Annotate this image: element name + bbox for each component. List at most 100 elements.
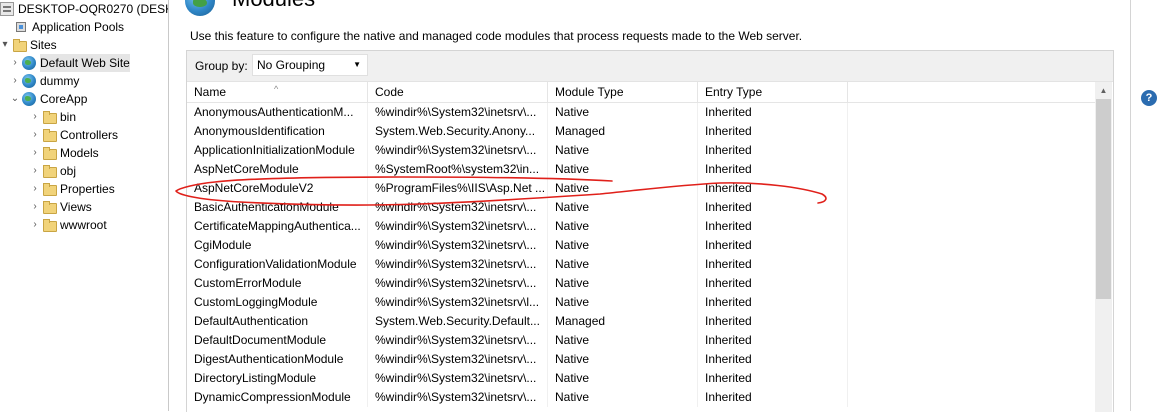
scroll-up-icon[interactable]: ▲ [1095, 82, 1112, 99]
cell-entry-type: Inherited [698, 293, 848, 312]
table-row[interactable]: ApplicationInitializationModule %windir%\… [187, 141, 1095, 160]
cell-module-type: Native [548, 293, 698, 312]
table-row[interactable]: DefaultAuthentication System.Web.Security… [187, 312, 1095, 331]
cell-code: System.Web.Security.Default... [368, 312, 548, 331]
column-header-code[interactable]: Code [368, 82, 548, 102]
cell-entry-type: Inherited [698, 236, 848, 255]
table-row[interactable]: AnonymousIdentification System.Web.Securi… [187, 122, 1095, 141]
vertical-scrollbar[interactable]: ▲ [1095, 82, 1112, 412]
tree-item[interactable]: › Properties [30, 180, 115, 198]
table-row[interactable]: CustomErrorModule %windir%\System32\inets… [187, 274, 1095, 293]
cell-code: System.Web.Security.Anony... [368, 122, 548, 141]
tree-item[interactable]: › Controllers [30, 126, 118, 144]
scroll-thumb[interactable] [1096, 99, 1111, 299]
folder-icon [42, 182, 57, 196]
groupby-bar: Group by: No Grouping ▼ [187, 51, 1113, 82]
cell-code: %windir%\System32\inetsrv\... [368, 350, 548, 369]
column-header-name[interactable]: Name ^ [187, 82, 368, 102]
cell-name: DefaultAuthentication [187, 312, 368, 331]
cell-code: %ProgramFiles%\IIS\Asp.Net ... [368, 179, 548, 198]
globe-icon [22, 74, 36, 88]
server-icon [0, 2, 14, 16]
expand-toggle-icon[interactable]: ▾ [0, 36, 10, 54]
cell-code: %windir%\System32\inetsrv\... [368, 217, 548, 236]
table-row[interactable]: BasicAuthenticationModule %windir%\System… [187, 198, 1095, 217]
cell-entry-type: Inherited [698, 160, 848, 179]
tree-item[interactable]: Application Pools [14, 18, 124, 36]
cell-name: DigestAuthenticationModule [187, 350, 368, 369]
cell-name: DirectoryListingModule [187, 369, 368, 388]
table-row[interactable]: DefaultDocumentModule %windir%\System32\i… [187, 331, 1095, 350]
expand-toggle-icon[interactable]: › [30, 162, 40, 180]
tree-item[interactable]: › wwwroot [30, 216, 107, 234]
expand-toggle-icon[interactable]: ⌄ [10, 90, 20, 108]
table-row[interactable]: AspNetCoreModuleV2 %ProgramFiles%\IIS\Asp… [187, 179, 1095, 198]
cell-module-type: Native [548, 103, 698, 122]
expand-toggle-icon[interactable]: › [30, 126, 40, 144]
groupby-value: No Grouping [257, 58, 326, 72]
column-header-entry-type[interactable]: Entry Type [698, 82, 848, 102]
cell-entry-type: Inherited [698, 369, 848, 388]
tree-item[interactable]: › bin [30, 108, 76, 126]
tree-item-label: Models [60, 146, 99, 160]
actions-pane: ? [1130, 0, 1161, 411]
table-row[interactable]: AspNetCoreModule %SystemRoot%\system32\in… [187, 160, 1095, 179]
cell-entry-type: Inherited [698, 388, 848, 407]
cell-module-type: Native [548, 160, 698, 179]
cell-name: BasicAuthenticationModule [187, 198, 368, 217]
folder-icon [42, 218, 57, 232]
folder-icon [12, 38, 27, 52]
tree-item[interactable]: › dummy [10, 72, 79, 90]
table-row[interactable]: AnonymousAuthenticationM... %windir%\Syst… [187, 103, 1095, 122]
cell-module-type: Managed [548, 312, 698, 331]
table-row[interactable]: CertificateMappingAuthentica... %windir%\… [187, 217, 1095, 236]
cell-name: AnonymousIdentification [187, 122, 368, 141]
table-row[interactable]: CgiModule %windir%\System32\inetsrv\... Na… [187, 236, 1095, 255]
cell-code: %windir%\System32\inetsrv\... [368, 141, 548, 160]
tree-item[interactable]: › Views [30, 198, 92, 216]
expand-toggle-icon[interactable]: › [10, 54, 20, 72]
cell-name: ApplicationInitializationModule [187, 141, 368, 160]
expand-toggle-icon[interactable]: › [30, 216, 40, 234]
cell-module-type: Native [548, 350, 698, 369]
cell-module-type: Native [548, 388, 698, 407]
tree-item-label: Sites [30, 38, 57, 52]
tree-item-label: Controllers [60, 128, 119, 142]
tree-item[interactable]: › Models [30, 144, 99, 162]
groupby-dropdown[interactable]: No Grouping ▼ [252, 54, 368, 76]
modules-list: Group by: No Grouping ▼ Name ^ Code Modu… [186, 50, 1114, 412]
cell-code: %windir%\System32\inetsrv\... [368, 255, 548, 274]
tree-item[interactable]: ⌄ CoreApp [10, 90, 87, 108]
folder-icon [42, 146, 57, 160]
table-row[interactable]: DynamicCompressionModule %windir%\System3… [187, 388, 1095, 407]
expand-toggle-icon[interactable]: › [10, 72, 20, 90]
cell-module-type: Native [548, 141, 698, 160]
expand-toggle-icon[interactable]: › [30, 108, 40, 126]
connections-tree: DESKTOP-OQR0270 (DESKTOP Application Pool… [0, 0, 169, 411]
cell-code: %windir%\System32\inetsrv\... [368, 369, 548, 388]
sort-ascending-icon: ^ [274, 84, 279, 94]
cell-code: %windir%\System32\inetsrv\... [368, 331, 548, 350]
tree-item[interactable]: › Default Web Site [10, 54, 130, 72]
help-icon[interactable]: ? [1141, 90, 1157, 106]
expand-toggle-icon[interactable]: › [30, 144, 40, 162]
table-row[interactable]: DigestAuthenticationModule %windir%\Syste… [187, 350, 1095, 369]
table-row[interactable]: CustomLoggingModule %windir%\System32\ine… [187, 293, 1095, 312]
cell-entry-type: Inherited [698, 255, 848, 274]
globe-icon [22, 92, 36, 106]
table-row[interactable]: ConfigurationValidationModule %windir%\Sy… [187, 255, 1095, 274]
expand-toggle-icon[interactable]: › [30, 180, 40, 198]
cell-module-type: Managed [548, 122, 698, 141]
tree-item[interactable]: DESKTOP-OQR0270 (DESKTOP [0, 0, 168, 18]
tree-item[interactable]: ▾ Sites [0, 36, 57, 54]
expand-toggle-icon[interactable]: › [30, 198, 40, 216]
column-header-module-type[interactable]: Module Type [548, 82, 698, 102]
tree-item[interactable]: › obj [30, 162, 76, 180]
cell-name: CustomLoggingModule [187, 293, 368, 312]
tree-item-label: wwwroot [60, 218, 107, 232]
cell-code: %SystemRoot%\system32\in... [368, 160, 548, 179]
table-row[interactable]: DirectoryListingModule %windir%\System32\… [187, 369, 1095, 388]
groupby-label: Group by: [195, 59, 248, 73]
tree-item-label: DESKTOP-OQR0270 (DESKTOP [18, 2, 168, 16]
grid-header: Name ^ Code Module Type Entry Type [187, 82, 1095, 103]
